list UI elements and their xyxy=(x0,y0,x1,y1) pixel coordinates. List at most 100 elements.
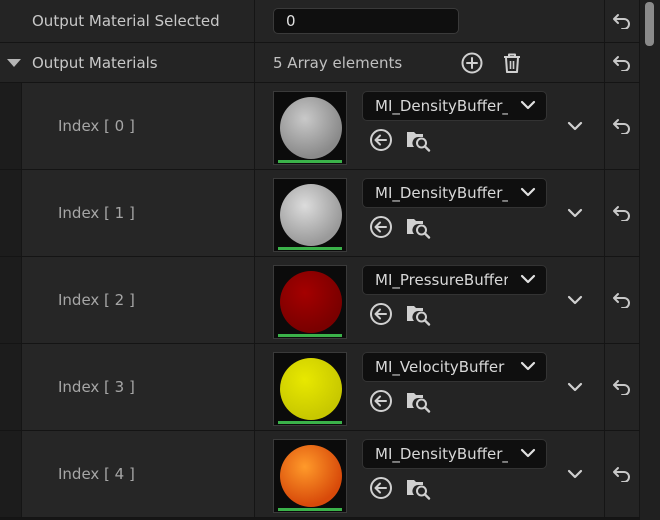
name-cell: Index [ 1 ] xyxy=(22,170,254,256)
reset-to-default-button[interactable] xyxy=(605,170,639,256)
reset-arrow-icon xyxy=(613,467,630,482)
material-name: MI_PressureBuffer xyxy=(375,271,508,289)
reset-to-default-button[interactable] xyxy=(605,83,639,169)
expand-chevron-icon[interactable] xyxy=(567,207,583,219)
material-thumbnail[interactable] xyxy=(273,352,347,426)
indent-gutter xyxy=(0,431,21,517)
value-cell: MI_PressureBuffer xyxy=(255,257,604,343)
scrollbar-thumb[interactable] xyxy=(645,2,654,46)
output-material-selected-label: Output Material Selected xyxy=(32,12,220,30)
delete-all-button[interactable] xyxy=(500,51,524,75)
material-combo-box[interactable]: MI_VelocityBuffer xyxy=(362,352,547,382)
folder-search-icon xyxy=(407,132,431,152)
name-cell: Index [ 4 ] xyxy=(22,431,254,517)
use-selected-asset-button[interactable] xyxy=(368,475,394,501)
reset-arrow-icon xyxy=(613,380,630,395)
indent-gutter xyxy=(0,257,21,343)
browse-to-asset-button[interactable] xyxy=(404,127,434,153)
chevron-down-icon xyxy=(520,274,536,284)
indent-gutter xyxy=(0,170,21,256)
index-label: Index [ 0 ] xyxy=(58,117,135,135)
browse-to-asset-button[interactable] xyxy=(404,301,434,327)
use-selected-asset-button[interactable] xyxy=(368,388,394,414)
reset-arrow-icon xyxy=(613,119,630,134)
asset-type-bar xyxy=(278,334,342,337)
reset-arrow-icon xyxy=(613,206,630,221)
add-element-button[interactable] xyxy=(460,51,484,75)
material-thumbnail[interactable] xyxy=(273,265,347,339)
reset-to-default-button[interactable] xyxy=(605,257,639,343)
browse-to-asset-button[interactable] xyxy=(404,475,434,501)
name-cell: Output Materials xyxy=(0,43,254,82)
reset-to-default-button[interactable] xyxy=(605,344,639,430)
material-combo-box[interactable]: MI_DensityBuffer_I xyxy=(362,91,547,121)
expand-arrow-icon[interactable] xyxy=(7,58,21,67)
array-element-row: Index [ 2 ] MI_PressureBuffer xyxy=(0,257,660,343)
divider xyxy=(0,517,640,518)
asset-type-bar xyxy=(278,421,342,424)
material-thumbnail[interactable] xyxy=(273,91,347,165)
name-cell: Output Material Selected xyxy=(0,0,254,42)
material-preview-sphere xyxy=(280,358,342,420)
arrow-left-circle-icon xyxy=(370,390,392,412)
material-preview-sphere xyxy=(280,97,342,159)
use-selected-asset-button[interactable] xyxy=(368,127,394,153)
name-cell: Index [ 3 ] xyxy=(22,344,254,430)
use-selected-asset-button[interactable] xyxy=(368,214,394,240)
array-element-row: Index [ 1 ] MI_DensityBuffer_T xyxy=(0,170,660,256)
expand-chevron-icon[interactable] xyxy=(567,381,583,393)
folder-search-icon xyxy=(407,219,431,239)
browse-to-asset-button[interactable] xyxy=(404,214,434,240)
output-material-selected-row: Output Material Selected 0 xyxy=(0,0,660,42)
material-preview-sphere xyxy=(280,445,342,507)
reset-arrow-icon xyxy=(613,55,630,71)
reset-to-default-button[interactable] xyxy=(605,431,639,517)
index-label: Index [ 3 ] xyxy=(58,378,135,396)
reset-to-default-button[interactable] xyxy=(605,0,639,42)
reset-to-default-button[interactable] xyxy=(605,43,639,82)
name-cell: Index [ 2 ] xyxy=(22,257,254,343)
output-material-selected-input[interactable]: 0 xyxy=(273,8,459,34)
expand-chevron-icon[interactable] xyxy=(567,120,583,132)
chevron-down-icon xyxy=(520,361,536,371)
reset-arrow-icon xyxy=(613,293,630,308)
details-panel: Output Material Selected 0 Output Materi… xyxy=(0,0,660,520)
trash-icon xyxy=(504,53,520,73)
plus-circle-icon xyxy=(461,52,483,74)
indent-gutter xyxy=(0,83,21,169)
arrow-left-circle-icon xyxy=(370,303,392,325)
chevron-down-icon xyxy=(520,100,536,110)
folder-search-icon xyxy=(407,480,431,500)
folder-search-icon xyxy=(407,306,431,326)
folder-search-icon xyxy=(407,393,431,413)
expand-chevron-icon[interactable] xyxy=(567,468,583,480)
material-preview-sphere xyxy=(280,184,342,246)
chevron-down-icon xyxy=(520,187,536,197)
scrollbar-track[interactable] xyxy=(640,0,660,520)
indent-gutter xyxy=(0,344,21,430)
asset-type-bar xyxy=(278,508,342,511)
arrow-left-circle-icon xyxy=(370,216,392,238)
array-element-row: Index [ 0 ] MI_DensityBuffer_I xyxy=(0,83,660,169)
value-cell: MI_DensityBuffer_I xyxy=(255,431,604,517)
use-selected-asset-button[interactable] xyxy=(368,301,394,327)
index-label: Index [ 4 ] xyxy=(58,465,135,483)
asset-type-bar xyxy=(278,247,342,250)
reset-arrow-icon xyxy=(613,14,630,29)
material-combo-box[interactable]: MI_PressureBuffer xyxy=(362,265,547,295)
arrow-left-circle-icon xyxy=(370,129,392,151)
browse-to-asset-button[interactable] xyxy=(404,388,434,414)
material-combo-box[interactable]: MI_DensityBuffer_I xyxy=(362,439,547,469)
material-combo-box[interactable]: MI_DensityBuffer_T xyxy=(362,178,547,208)
expand-chevron-icon[interactable] xyxy=(567,294,583,306)
arrow-left-circle-icon xyxy=(370,477,392,499)
material-preview-sphere xyxy=(280,271,342,333)
value-cell: MI_DensityBuffer_T xyxy=(255,170,604,256)
name-cell: Index [ 0 ] xyxy=(22,83,254,169)
chevron-down-icon xyxy=(520,448,536,458)
material-thumbnail[interactable] xyxy=(273,439,347,513)
value-cell: 5 Array elements xyxy=(255,43,604,82)
material-thumbnail[interactable] xyxy=(273,178,347,252)
asset-type-bar xyxy=(278,160,342,163)
index-label: Index [ 2 ] xyxy=(58,291,135,309)
